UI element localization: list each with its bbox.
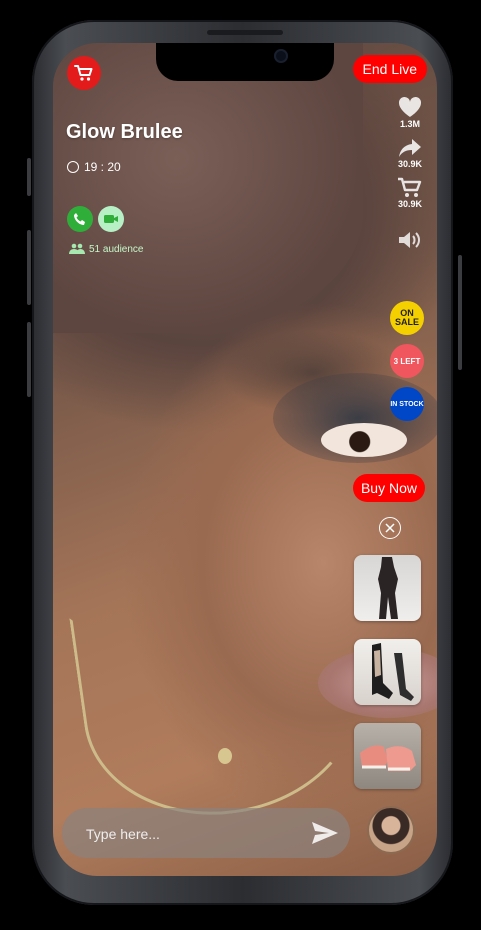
product-thumb-bodysuit[interactable] <box>354 555 421 621</box>
in-stock-badge: IN STOCK <box>390 387 424 421</box>
cart-button[interactable]: 30.9K <box>397 177 423 209</box>
like-button[interactable]: 1.3M <box>397 95 423 129</box>
in-stock-label: IN STOCK <box>390 400 424 408</box>
on-sale-label: ON SALE <box>394 308 419 327</box>
audience-label: 51 audience <box>89 243 144 255</box>
phone-side-button <box>27 230 31 305</box>
host-avatar[interactable] <box>369 808 413 852</box>
clock-icon <box>67 161 79 173</box>
phone-side-button <box>27 158 31 196</box>
shop-logo-button[interactable] <box>67 56 101 90</box>
video-camera-icon <box>104 215 118 223</box>
product-thumb-boots[interactable] <box>354 639 421 705</box>
bodysuit-image <box>378 557 398 619</box>
shopping-cart-icon <box>74 65 93 81</box>
stream-title: Glow Brulee <box>66 121 183 143</box>
chat-input[interactable] <box>84 823 298 845</box>
share-icon <box>399 139 421 157</box>
close-products-button[interactable] <box>379 517 401 539</box>
audience-count: 51 audience <box>69 243 144 255</box>
end-live-button[interactable]: End Live <box>352 55 427 83</box>
phone-side-button <box>458 255 462 370</box>
buy-now-button[interactable]: Buy Now <box>352 474 425 502</box>
close-icon <box>385 523 395 533</box>
cart-icon <box>398 177 422 197</box>
volume-button[interactable] <box>397 229 423 251</box>
phone-side-button <box>27 322 31 397</box>
cart-count: 30.9K <box>397 199 423 209</box>
stock-left-label: 3 LEFT <box>393 356 421 366</box>
video-call-button[interactable] <box>98 206 124 232</box>
call-controls <box>67 206 124 232</box>
front-camera <box>274 49 288 63</box>
stream-video-pendant <box>218 748 232 764</box>
stream-video-eye <box>321 423 407 457</box>
earpiece-speaker <box>207 30 283 35</box>
stream-video-necklace <box>69 579 373 833</box>
stream-time: 19 : 20 <box>84 160 121 174</box>
side-action-stack: 1.3M 30.9K 30.9K <box>397 95 423 259</box>
phone-call-button[interactable] <box>67 206 93 232</box>
product-thumb-sneakers[interactable] <box>354 723 421 789</box>
live-stream-screen: End Live Glow Brulee 19 : 20 51 audience <box>53 43 437 876</box>
share-count: 30.9K <box>397 159 423 169</box>
chat-bar <box>62 808 350 858</box>
boots-image <box>372 643 414 701</box>
stream-timer: 19 : 20 <box>67 160 121 174</box>
phone-notch <box>156 43 334 81</box>
phone-icon <box>74 213 85 225</box>
volume-icon <box>399 232 420 248</box>
on-sale-badge: ON SALE <box>390 301 424 335</box>
stream-video-turban <box>53 43 363 333</box>
like-count: 1.3M <box>399 119 420 129</box>
sneakers-image <box>360 745 416 771</box>
heart-icon <box>398 96 422 117</box>
audience-icon <box>69 243 85 254</box>
send-icon[interactable] <box>310 820 340 846</box>
stock-left-badge: 3 LEFT <box>390 344 424 378</box>
share-button[interactable]: 30.9K <box>397 137 423 169</box>
